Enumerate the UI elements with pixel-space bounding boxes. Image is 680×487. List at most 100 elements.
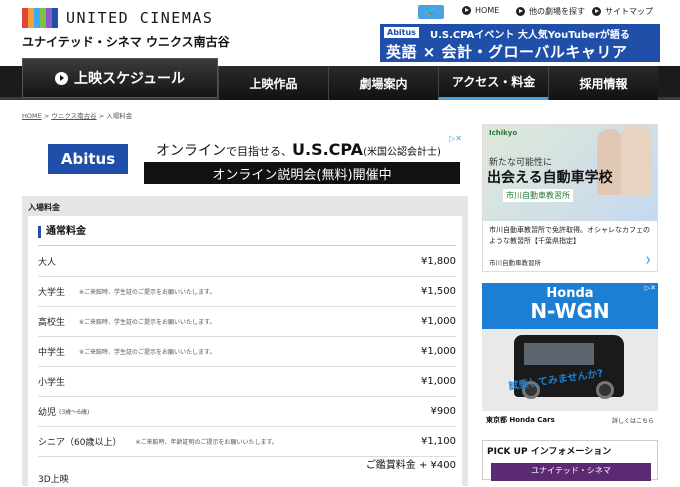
ad-person-image (621, 125, 651, 195)
nav-item-label: 上映作品 (249, 76, 298, 91)
util-link-sitemap[interactable]: サイトマップ (592, 6, 653, 17)
site-header: UNITED CINEMAS ユナイテッド・シネマ ウニクス南古谷 🐦 HOME… (0, 0, 680, 66)
row-price: ¥1,500 (421, 286, 456, 297)
row-label: 高校生 (38, 318, 66, 328)
ad-subline: オンライン説明会(無料)開催中 (144, 162, 460, 184)
row-note: ※ご来館時、学生証のご提示をお願いいたします。 (79, 349, 216, 356)
pickup-banner[interactable]: ユナイテッド・シネマ (491, 463, 651, 481)
ad-model: N-WGN (530, 299, 610, 323)
ad-choices-icon[interactable]: ▷✕ (645, 284, 656, 292)
ad-image: Ichikyo 新たな可能性に 出会える自動車学校 市川自動車教習所 (483, 125, 657, 221)
banner-line2: 英語 × 会計・グローバルキャリア (386, 43, 628, 61)
ad-headline: 出会える自動車学校 (487, 170, 613, 186)
ad-description: 市川自動車教習所で免許取得。オシャレなカフェのような教習所【千葉県指定】 (489, 226, 650, 245)
row-price: ¥1,000 (421, 316, 456, 327)
pickup-title: PICK UP インフォメーション (487, 447, 612, 457)
ad-header: Honda N-WGN (482, 283, 658, 329)
pickup-info: PICK UP インフォメーション ユナイテッド・シネマ (482, 440, 658, 481)
row-label: 大学生 (38, 288, 66, 298)
sidebar-ad-honda[interactable]: Honda N-WGN ▷✕ 試乗してみませんか? 東京都 Honda Cars… (482, 283, 658, 429)
nav-item-recruit[interactable]: 採用情報 (548, 66, 658, 100)
nav-item-label: 劇場案内 (359, 76, 408, 91)
ad-more-link[interactable]: 詳しくはこちら (612, 416, 654, 425)
logo-mark-icon (22, 8, 58, 28)
site-logo[interactable]: UNITED CINEMAS (22, 8, 213, 28)
nav-schedule-label: 上映スケジュール (73, 71, 186, 87)
ad-headline-part: (米国公認会計士) (363, 147, 441, 158)
breadcrumb-current: 入場料金 (106, 112, 133, 120)
chevron-right-icon[interactable]: ❯ (645, 256, 651, 264)
table-row: 中学生 ※ご来館時、学生証のご提示をお願いいたします。 ¥1,000 (38, 337, 456, 367)
breadcrumb-home[interactable]: HOME (22, 112, 42, 120)
nav-item-label: 採用情報 (579, 76, 628, 91)
wheel-icon (596, 381, 614, 399)
breadcrumb: HOME > ウニクス南古谷 > 入場料金 (22, 110, 132, 120)
theater-name: ユナイテッド・シネマ ウニクス南古谷 (22, 35, 230, 49)
row-label: 大人 (38, 258, 57, 268)
global-nav: 上映スケジュール 上映作品 劇場案内 アクセス・料金 採用情報 (0, 58, 680, 100)
row-price: ご鑑賞料金 + ¥400 (365, 460, 456, 471)
row-price: ¥1,000 (421, 346, 456, 357)
util-link-label: HOME (475, 6, 500, 15)
panel-title: 入場料金 (28, 203, 60, 212)
table-row: 高校生 ※ご来館時、学生証のご提示をお願いいたします。 ¥1,000 (38, 307, 456, 337)
row-price: ¥900 (430, 406, 456, 417)
row-label: 3D上映 (38, 474, 69, 485)
breadcrumb-theater[interactable]: ウニクス南古谷 (51, 112, 96, 120)
ad-choices-icon[interactable]: ▷✕ (449, 134, 462, 143)
arrow-circle-icon (462, 6, 471, 15)
row-price: ¥1,100 (421, 436, 456, 447)
ad-dealer: 東京都 Honda Cars (486, 416, 555, 424)
util-link-other-theaters[interactable]: 他の劇場を探す (516, 6, 585, 17)
table-row: 大学生 ※ご来館時、学生証のご提示をお願いいたします。 ¥1,500 (38, 277, 456, 307)
ad-logo: Abitus (48, 144, 128, 174)
ad-footer: 東京都 Honda Cars 詳しくはこちら (482, 411, 658, 429)
row-note: ※ご来館時、学生証のご提示をお願いいたします。 (79, 319, 216, 326)
row-note: (3歳〜6歳) (59, 409, 90, 416)
row-label: 小学生 (38, 378, 66, 388)
row-note: ※ご来館時、学生証のご提示をお願いいたします。 (79, 289, 216, 296)
ad-headline: オンラインで目指せる、U.S.CPA(米国公認会計士) (156, 140, 441, 160)
ad-headline-part: で目指せる、 (226, 145, 292, 158)
nav-item-movies[interactable]: 上映作品 (218, 66, 328, 100)
banner-brand: Abitus (384, 27, 419, 38)
nav-item-theater-info[interactable]: 劇場案内 (328, 66, 438, 100)
arrow-circle-icon (592, 7, 601, 16)
ad-brand: Ichikyo (489, 129, 518, 137)
main-ad-banner[interactable]: Abitus オンラインで目指せる、U.S.CPA(米国公認会計士) オンライン… (44, 134, 462, 188)
ad-headline-part: U.S.CPA (292, 140, 364, 159)
arrow-circle-icon (54, 71, 68, 85)
row-label: 幼児 (38, 408, 57, 418)
price-panel: 入場料金 通常料金 大人 ¥1,800 大学生 ※ご来館時、学生証のご提示をお願… (22, 196, 468, 486)
breadcrumb-sep: > (98, 112, 105, 120)
nav-item-label: アクセス・料金 (451, 75, 536, 89)
util-link-home[interactable]: HOME (462, 6, 499, 15)
util-link-label: 他の劇場を探す (529, 7, 585, 16)
logo-text: UNITED CINEMAS (66, 9, 214, 27)
header-ad-banner[interactable]: Abitus U.S.CPAイベント 大人気YouTuberが語る 英語 × 会… (380, 24, 660, 62)
nav-schedule-button[interactable]: 上映スケジュール (22, 58, 218, 98)
ad-headline-part: オンライン (156, 143, 226, 159)
table-row: 大人 ¥1,800 (38, 247, 456, 277)
table-row: 幼児 (3歳〜6歳) ¥900 (38, 397, 456, 427)
row-price: ¥1,800 (421, 256, 456, 267)
table-row: 3D上映 ご鑑賞料金 + ¥400 (38, 457, 456, 487)
section-divider (38, 245, 456, 246)
section-title: 通常料金 (38, 226, 86, 238)
sidebar-ad-driving-school[interactable]: Ichikyo 新たな可能性に 出会える自動車学校 市川自動車教習所 市川自動車… (482, 124, 658, 272)
banner-line1: U.S.CPAイベント 大人気YouTuberが語る (430, 30, 630, 41)
table-row: 小学生 ¥1,000 (38, 367, 456, 397)
ad-school-name: 市川自動車教習所 (503, 189, 573, 202)
nav-item-access-price[interactable]: アクセス・料金 (438, 66, 548, 100)
row-label: 中学生 (38, 348, 66, 358)
twitter-icon[interactable]: 🐦 (418, 5, 444, 19)
price-table: 通常料金 大人 ¥1,800 大学生 ※ご来館時、学生証のご提示をお願いいたしま… (28, 216, 462, 486)
row-note: ※ご来館時、年齢証明のご提示をお願いいたします。 (135, 439, 278, 446)
arrow-circle-icon (516, 7, 525, 16)
ad-source: 市川自動車教習所 (489, 259, 541, 267)
breadcrumb-sep: > (43, 112, 50, 120)
row-label: シニア（60歳以上） (38, 438, 122, 448)
row-price: ¥1,000 (421, 376, 456, 387)
table-row: シニア（60歳以上） ※ご来館時、年齢証明のご提示をお願いいたします。 ¥1,1… (38, 427, 456, 457)
util-link-label: サイトマップ (605, 7, 653, 16)
